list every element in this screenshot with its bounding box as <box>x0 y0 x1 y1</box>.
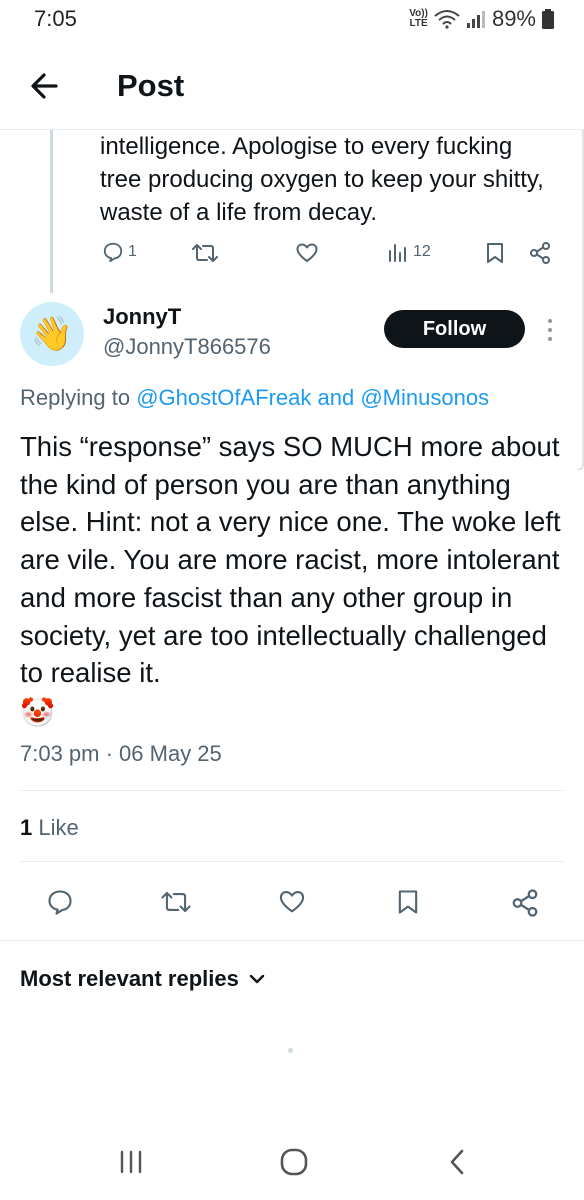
home-button[interactable] <box>279 1147 309 1182</box>
recent-apps-icon <box>120 1150 142 1174</box>
back-button[interactable] <box>26 66 66 106</box>
more-options-button[interactable] <box>542 316 558 344</box>
bookmark-button[interactable] <box>484 241 506 265</box>
home-icon <box>280 1148 308 1176</box>
share-button[interactable] <box>510 888 540 918</box>
retweet-icon <box>192 244 218 262</box>
divider <box>0 940 584 941</box>
waving-hand-icon: 👋 <box>30 315 74 353</box>
replies-sort-dropdown[interactable]: Most relevant replies <box>20 966 265 992</box>
bookmark-button[interactable] <box>395 888 421 916</box>
replies-sort-label: Most relevant replies <box>20 966 239 991</box>
follow-button[interactable]: Follow <box>384 310 525 348</box>
speech-bubble-icon <box>48 890 72 915</box>
reply-button[interactable]: 1 <box>102 241 137 263</box>
retweet-button[interactable] <box>190 241 220 265</box>
views-button[interactable]: 12 <box>387 241 431 263</box>
loading-indicator <box>288 1048 293 1053</box>
system-back-button[interactable] <box>446 1147 468 1182</box>
clown-emoji: 🤡 <box>20 697 55 728</box>
heart-icon <box>296 243 318 262</box>
reply-button[interactable] <box>46 888 74 916</box>
retweet-button[interactable] <box>159 888 193 916</box>
like-button[interactable] <box>295 241 319 265</box>
replying-to: Replying to @GhostOfAFreak and @Minusono… <box>20 385 489 411</box>
like-count-label: Like <box>38 815 79 840</box>
more-vertical-icon <box>548 319 552 341</box>
speech-bubble-icon <box>103 242 123 263</box>
replying-prefix: Replying to <box>20 385 131 410</box>
bar-chart-icon <box>389 244 406 262</box>
like-count[interactable]: 1 Like <box>20 815 79 841</box>
heart-icon <box>279 891 305 913</box>
previous-post-text: intelligence. Apologise to every fucking… <box>100 133 544 226</box>
scrollbar-track <box>576 130 584 471</box>
chevron-left-icon <box>450 1149 464 1175</box>
share-icon <box>512 889 538 917</box>
arrow-left-icon <box>31 73 58 99</box>
recent-apps-button[interactable] <box>118 1149 144 1180</box>
like-count-number: 1 <box>20 815 33 840</box>
status-time: 7:05 <box>34 6 77 31</box>
bookmark-icon <box>398 890 418 914</box>
user-handle[interactable]: @JonnyT866576 <box>103 334 271 360</box>
like-button[interactable] <box>277 888 307 916</box>
chevron-down-icon <box>249 974 265 984</box>
system-navigation-bar <box>0 1130 584 1200</box>
views-count: 12 <box>413 243 431 260</box>
avatar[interactable]: 👋 <box>20 302 84 366</box>
wifi-icon <box>434 10 460 29</box>
divider <box>20 861 564 862</box>
post-timestamp[interactable]: 7:03 pm · 06 May 25 <box>20 741 222 767</box>
post-body: This “response” says SO MUCH more about … <box>20 431 561 689</box>
volte-indicator: Vo)) LTE <box>409 8 428 29</box>
status-bar: 7:05 Vo)) LTE 89% <box>0 0 584 44</box>
battery-percent: 89% <box>491 6 536 31</box>
divider <box>20 790 564 791</box>
bookmark-icon <box>487 243 503 263</box>
replying-and: and <box>317 385 355 410</box>
share-icon <box>530 242 550 264</box>
thread-line <box>50 130 53 293</box>
retweet-icon <box>161 891 191 913</box>
mention-link[interactable]: @Minusonos <box>360 385 489 410</box>
status-icons: Vo)) LTE 89% <box>409 6 554 32</box>
share-button[interactable] <box>528 241 552 265</box>
signal-icon <box>466 11 485 28</box>
battery-icon <box>542 9 554 29</box>
mention-link[interactable]: @GhostOfAFreak <box>136 385 311 410</box>
scrollbar[interactable] <box>576 130 584 471</box>
display-name[interactable]: JonnyT <box>103 304 181 330</box>
reply-count: 1 <box>128 243 137 260</box>
page-title: Post <box>117 68 185 103</box>
